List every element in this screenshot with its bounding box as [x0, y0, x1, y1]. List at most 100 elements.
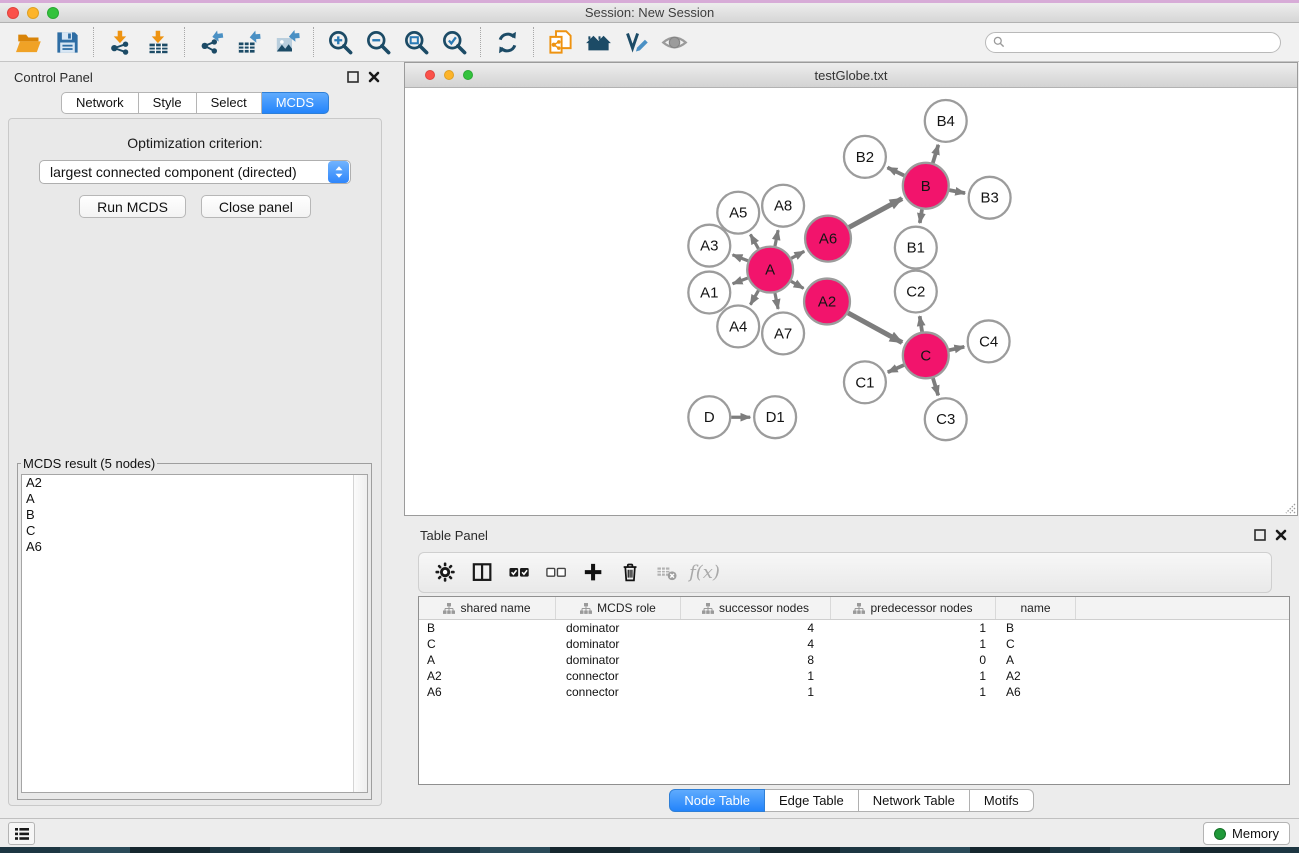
edge-A-A7[interactable]: [775, 293, 778, 309]
table-row[interactable]: Adominator80A: [419, 652, 1289, 668]
table-cell[interactable]: 1: [681, 669, 831, 683]
tab-network[interactable]: Network: [61, 92, 139, 114]
table-cell[interactable]: B: [996, 621, 1076, 635]
edge-A-A3[interactable]: [733, 255, 748, 261]
split-panel-button[interactable]: [464, 556, 501, 590]
edge-B-B3[interactable]: [949, 190, 965, 193]
table-row[interactable]: Cdominator41C: [419, 636, 1289, 652]
memory-button[interactable]: Memory: [1203, 822, 1290, 845]
table-cell[interactable]: A: [419, 653, 556, 667]
edge-B-B2[interactable]: [887, 168, 904, 176]
table-cell[interactable]: 8: [681, 653, 831, 667]
column-header-predecessor-nodes[interactable]: predecessor nodes: [831, 597, 996, 619]
home-button[interactable]: [579, 25, 617, 59]
table-cell[interactable]: dominator: [556, 621, 681, 635]
eye-button[interactable]: [655, 25, 693, 59]
edge-A6-B[interactable]: [849, 199, 902, 228]
table-cell[interactable]: C: [419, 637, 556, 651]
export-network-button[interactable]: [192, 25, 230, 59]
node-A2[interactable]: A2: [804, 279, 850, 325]
refresh-layout-button[interactable]: [488, 25, 526, 59]
float-table-panel-icon[interactable]: [1254, 529, 1266, 541]
edge-B-B1[interactable]: [920, 209, 922, 223]
edge-C-C1[interactable]: [888, 365, 904, 372]
edge-A-A5[interactable]: [750, 234, 758, 248]
export-table-button[interactable]: [230, 25, 268, 59]
edge-A-A8[interactable]: [775, 230, 778, 246]
import-table-button[interactable]: [139, 25, 177, 59]
column-header-MCDS-role[interactable]: MCDS role: [556, 597, 681, 619]
unselect-all-button[interactable]: [538, 556, 575, 590]
delete-column-button[interactable]: [612, 556, 649, 590]
node-A3[interactable]: A3: [688, 225, 730, 267]
table-cell[interactable]: 1: [831, 685, 996, 699]
delete-table-button[interactable]: [649, 556, 686, 590]
tab-edge-table[interactable]: Edge Table: [765, 789, 859, 812]
node-C2[interactable]: C2: [895, 271, 937, 313]
node-A5[interactable]: A5: [717, 192, 759, 234]
table-cell[interactable]: A2: [419, 669, 556, 683]
column-header-shared-name[interactable]: shared name: [419, 597, 556, 619]
node-C3[interactable]: C3: [925, 398, 967, 440]
select-all-button[interactable]: [501, 556, 538, 590]
node-A8[interactable]: A8: [762, 185, 804, 227]
table-row[interactable]: A6connector11A6: [419, 684, 1289, 700]
graphics-details-button[interactable]: [617, 25, 655, 59]
node-D1[interactable]: D1: [754, 396, 796, 438]
tab-style[interactable]: Style: [139, 92, 197, 114]
import-network-button[interactable]: [101, 25, 139, 59]
function-builder-button[interactable]: f(x): [686, 556, 723, 590]
network-canvas[interactable]: B4B2BB3A8A5A6A3B1AA1C2A2A4A7CC4C1C3DD1: [405, 89, 1297, 515]
column-header-successor-nodes[interactable]: successor nodes: [681, 597, 831, 619]
add-column-button[interactable]: [575, 556, 612, 590]
edge-A-A4[interactable]: [750, 290, 758, 304]
table-cell[interactable]: A6: [996, 685, 1076, 699]
edge-A-A2[interactable]: [791, 281, 804, 288]
edge-A-A6[interactable]: [791, 251, 804, 258]
mcds-result-item[interactable]: A6: [22, 539, 367, 555]
zoom-fit-button[interactable]: [397, 25, 435, 59]
tab-network-table[interactable]: Network Table: [859, 789, 970, 812]
table-cell[interactable]: connector: [556, 669, 681, 683]
edge-B-B4[interactable]: [933, 145, 938, 163]
float-panel-icon[interactable]: [347, 71, 359, 83]
criterion-dropdown[interactable]: largest connected component (directed): [39, 160, 351, 184]
close-panel-button[interactable]: Close panel: [201, 195, 311, 218]
tab-select[interactable]: Select: [197, 92, 262, 114]
resize-grip-icon[interactable]: [1282, 500, 1296, 514]
table-cell[interactable]: 4: [681, 637, 831, 651]
table-cell[interactable]: A6: [419, 685, 556, 699]
close-table-panel-icon[interactable]: [1275, 529, 1287, 541]
zoom-out-button[interactable]: [359, 25, 397, 59]
open-file-button[interactable]: [10, 25, 48, 59]
node-C1[interactable]: C1: [844, 361, 886, 403]
tab-node-table[interactable]: Node Table: [669, 789, 765, 812]
mcds-result-item[interactable]: B: [22, 507, 367, 523]
node-A[interactable]: A: [747, 247, 793, 293]
node-D[interactable]: D: [688, 396, 730, 438]
node-A6[interactable]: A6: [805, 216, 851, 262]
table-row[interactable]: A2connector11A2: [419, 668, 1289, 684]
mcds-result-item[interactable]: C: [22, 523, 367, 539]
zoom-in-button[interactable]: [321, 25, 359, 59]
result-scrollbar[interactable]: [353, 475, 367, 792]
node-A1[interactable]: A1: [688, 272, 730, 314]
table-cell[interactable]: 1: [831, 621, 996, 635]
table-cell[interactable]: 1: [831, 669, 996, 683]
tab-motifs[interactable]: Motifs: [970, 789, 1034, 812]
table-cell[interactable]: connector: [556, 685, 681, 699]
table-cell[interactable]: A: [996, 653, 1076, 667]
table-cell[interactable]: dominator: [556, 653, 681, 667]
edge-A2-C[interactable]: [848, 313, 902, 343]
table-cell[interactable]: C: [996, 637, 1076, 651]
edge-C-C3[interactable]: [933, 378, 938, 395]
new-session-from-network-button[interactable]: [541, 25, 579, 59]
edge-C-C2[interactable]: [920, 316, 922, 332]
node-C4[interactable]: C4: [968, 320, 1010, 362]
export-image-button[interactable]: [268, 25, 306, 59]
save-session-button[interactable]: [48, 25, 86, 59]
node-B[interactable]: B: [903, 163, 949, 209]
table-cell[interactable]: 0: [831, 653, 996, 667]
table-cell[interactable]: A2: [996, 669, 1076, 683]
table-cell[interactable]: 1: [831, 637, 996, 651]
